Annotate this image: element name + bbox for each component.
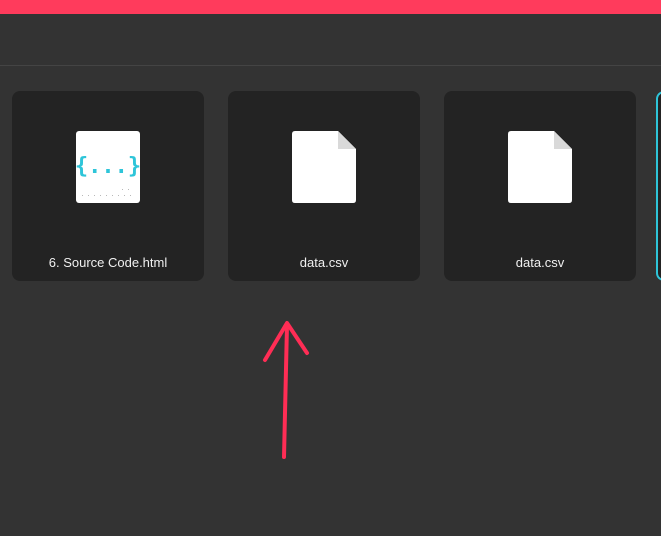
file-grid: {...} 6. Source Code.html data.csv data.… [0,66,661,536]
file-card-selected-partial[interactable] [656,91,661,281]
file-icon [292,131,356,203]
top-accent-bar [0,0,661,14]
file-name: 6. Source Code.html [48,255,168,270]
file-card-data-csv[interactable]: data.csv [228,91,420,281]
file-icon [508,131,572,203]
file-name: data.csv [515,255,565,270]
annotation-arrow-icon [263,321,309,459]
toolbar [0,14,661,66]
file-card-source-code[interactable]: {...} 6. Source Code.html [12,91,204,281]
file-name: data.csv [299,255,349,270]
file-card-data-csv[interactable]: data.csv [444,91,636,281]
code-file-icon: {...} [76,131,140,203]
svg-text:{...}: {...} [76,154,140,179]
